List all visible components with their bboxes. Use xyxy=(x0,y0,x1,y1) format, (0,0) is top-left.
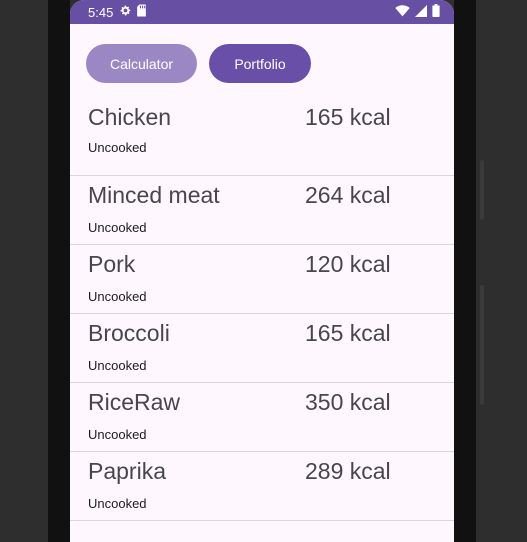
emulator-frame: 5:45 Calculator Portfolio Chicken Uncook… xyxy=(0,0,527,542)
food-name: Minced meat xyxy=(88,182,220,208)
food-kcal: 165 kcal xyxy=(305,104,391,130)
food-kcal: 120 kcal xyxy=(305,251,391,277)
device-bezel-right xyxy=(454,0,476,542)
food-kcal: 264 kcal xyxy=(305,182,391,208)
food-state: Uncooked xyxy=(88,140,147,155)
battery-icon xyxy=(432,4,440,20)
food-name: Pork xyxy=(88,251,136,277)
list-item[interactable]: Broccoli Uncooked 165 kcal xyxy=(70,314,454,383)
food-state: Uncooked xyxy=(88,358,147,373)
food-kcal: 289 kcal xyxy=(305,458,391,484)
volume-button[interactable] xyxy=(480,285,484,405)
tab-row: Calculator Portfolio xyxy=(70,24,454,83)
list-item[interactable]: RiceRaw Uncooked 350 kcal xyxy=(70,383,454,452)
food-kcal: 350 kcal xyxy=(305,389,391,415)
wifi-icon xyxy=(395,4,410,20)
food-list: Chicken Uncooked 165 kcal Minced meat Un… xyxy=(70,102,454,521)
phone-screen: 5:45 Calculator Portfolio Chicken Uncook… xyxy=(70,0,454,542)
list-item[interactable]: Paprika Uncooked 289 kcal xyxy=(70,452,454,521)
status-bar: 5:45 xyxy=(70,0,454,24)
device-bezel-left xyxy=(48,0,70,542)
signal-icon xyxy=(415,4,427,20)
food-name: RiceRaw xyxy=(88,389,181,415)
food-name: Broccoli xyxy=(88,320,170,346)
status-time: 5:45 xyxy=(88,4,114,20)
food-kcal: 165 kcal xyxy=(305,320,391,346)
food-name: Paprika xyxy=(88,458,166,484)
food-state: Uncooked xyxy=(88,427,147,442)
tab-calculator[interactable]: Calculator xyxy=(86,44,197,83)
status-left-icons xyxy=(119,4,147,20)
food-name: Chicken xyxy=(88,104,172,130)
food-state: Uncooked xyxy=(88,289,147,304)
power-button[interactable] xyxy=(480,160,484,220)
gear-icon xyxy=(119,4,132,20)
list-item[interactable]: Pork Uncooked 120 kcal xyxy=(70,245,454,314)
sd-card-icon xyxy=(136,4,147,20)
tab-portfolio[interactable]: Portfolio xyxy=(209,44,311,83)
list-item[interactable]: Minced meat Uncooked 264 kcal xyxy=(70,176,454,245)
list-item[interactable]: Chicken Uncooked 165 kcal xyxy=(70,102,454,176)
food-state: Uncooked xyxy=(88,496,147,511)
status-right-icons xyxy=(395,4,440,20)
food-state: Uncooked xyxy=(88,220,147,235)
